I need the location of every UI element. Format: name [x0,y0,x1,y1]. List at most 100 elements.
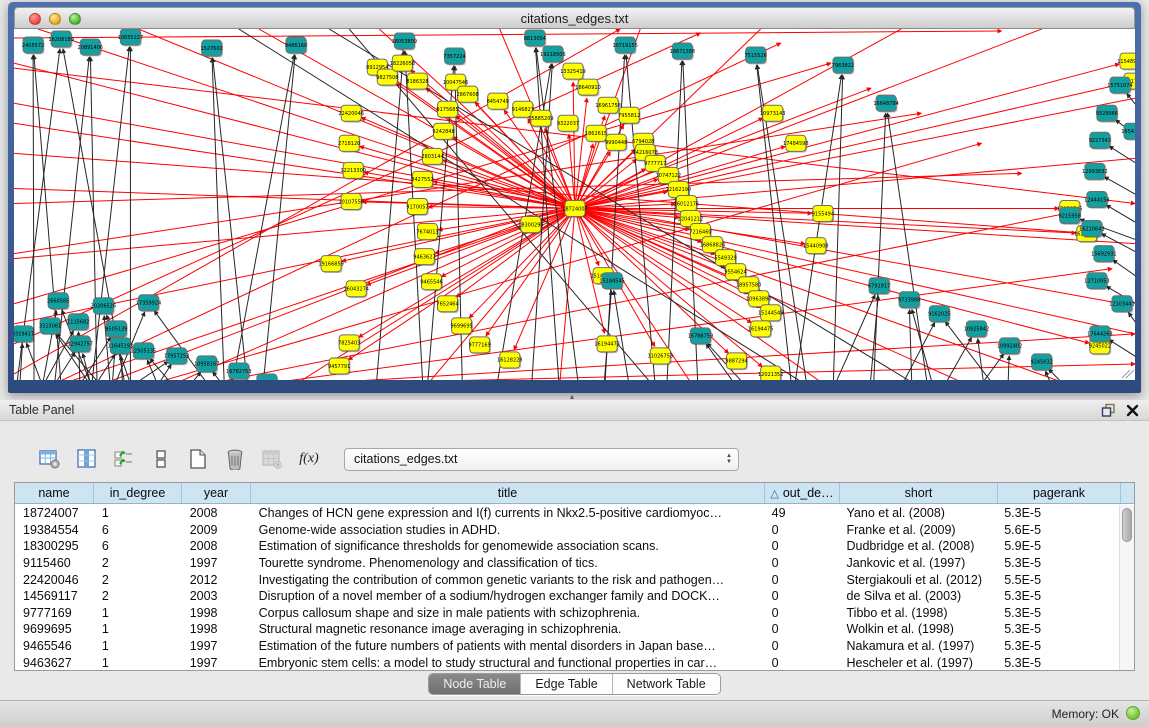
graph-node[interactable]: 12213300 [340,162,365,179]
graph-node[interactable]: 9162025 [928,306,950,323]
function-builder-button[interactable]: f(x) [297,447,321,471]
graph-node[interactable]: 16128228 [497,352,522,369]
column-header-out_de[interactable]: △out_de… [765,483,840,503]
graph-node[interactable]: 7652464 [436,296,458,313]
close-panel-icon[interactable] [1126,404,1139,422]
graph-node[interactable]: 8215958 [1059,208,1081,225]
graph-node[interactable]: 9463627 [413,249,435,266]
graph-node[interactable]: 9990448 [605,134,627,151]
graph-node[interactable]: 9457791 [328,358,350,375]
graph-node[interactable]: 7963822 [832,57,854,74]
graph-node[interactable]: 13325419 [560,63,585,80]
graph-node[interactable]: 15144549 [758,305,783,322]
table-row[interactable]: 1938455462009Genome-wide association stu… [15,522,1119,539]
graph-node[interactable]: 16210643 [1079,221,1104,238]
graph-node[interactable]: 12710953 [1084,273,1109,290]
graph-node[interactable]: 16053809 [392,33,417,50]
graph-node[interactable]: 9329966 [1096,105,1118,122]
graph-node[interactable]: 9322037 [557,115,579,132]
table-row[interactable]: 911546021997Tourette syndrome. Phenomeno… [15,555,1119,572]
column-header-short[interactable]: short [840,483,998,503]
graph-node[interactable]: 8186328 [406,73,428,90]
minimize-window-button[interactable] [49,13,61,25]
graph-node[interactable]: 17957253 [164,348,189,365]
graph-node[interactable]: 22420046 [338,105,363,122]
graph-node[interactable]: 16671388 [670,43,695,60]
graph-node[interactable]: 2660585 [47,293,69,310]
table-selector[interactable]: citations_edges.txt ▲▼ [344,448,739,471]
graph-node[interactable]: 10925842 [964,321,989,338]
graph-node[interactable]: 19218506 [540,46,565,63]
table-row[interactable]: 1830029562008Estimation of significance … [15,538,1119,555]
graph-node[interactable]: 2405572 [22,37,44,54]
table-row[interactable]: 2242004622012Investigating the contribut… [15,571,1119,588]
graph-node[interactable]: 12021352 [758,366,783,380]
graph-node[interactable]: 9465546 [420,274,442,291]
graph-node[interactable]: 9227343 [1089,132,1111,149]
graph-node[interactable]: 10992402 [997,338,1022,355]
graph-node[interactable]: 15885209 [528,110,553,127]
graph-node[interactable]: 6791917 [868,278,890,295]
graph-node[interactable]: 18640910 [575,79,600,96]
graph-node[interactable]: 19166859 [318,256,343,273]
graph-node[interactable]: 9170057 [406,198,428,215]
graph-node[interactable]: 9733988 [898,292,920,309]
scrollbar-thumb[interactable] [1122,508,1132,542]
graph-node[interactable]: 7825403 [338,335,360,352]
table-row[interactable]: 946362711997Embryonic stem cells: a mode… [15,654,1119,670]
network-canvas[interactable]: 1872400789129549827508182260588186328100… [14,29,1135,380]
new-column-button[interactable] [186,447,210,471]
graph-node[interactable]: 20206526 [91,298,116,315]
row-height-button[interactable] [149,447,173,471]
graph-node[interactable]: 7515526 [745,47,767,64]
graph-node[interactable]: 12093832 [1082,163,1107,180]
graph-node[interactable]: 2867608 [456,86,478,103]
window-titlebar[interactable]: citations_edges.txt [14,7,1135,29]
column-header-title[interactable]: title [251,483,765,503]
show-columns-button[interactable] [75,447,99,471]
graph-node[interactable]: 18300295 [518,217,543,234]
graph-node[interactable]: 7955812 [618,107,640,124]
column-header-pagerank[interactable]: pagerank [998,483,1121,503]
graph-node[interactable]: 17359924 [136,295,161,312]
tab-edge-table[interactable]: Edge Table [521,674,612,694]
table-row[interactable]: 977716911998Corpus callosum shape and si… [15,605,1119,622]
graph-node[interactable]: 15440908 [803,238,828,255]
graph-node[interactable]: 16788759 [688,328,713,345]
graph-node[interactable]: 15751074 [1107,77,1132,94]
graph-node[interactable]: 7357224 [443,48,465,65]
graph-node[interactable]: 9887294 [725,353,747,370]
graph-hub-node[interactable]: 18724007 [562,200,587,217]
graph-node[interactable]: 11026753 [648,348,673,365]
table-row[interactable]: 946554611997Estimation of the future num… [15,638,1119,655]
graph-node[interactable]: 9505139 [105,321,127,338]
float-window-icon[interactable] [1101,403,1116,423]
memory-ok-indicator[interactable] [1126,706,1140,720]
graph-node[interactable]: 8486160 [285,37,307,54]
graph-node[interactable]: 16194475 [748,321,773,338]
graph-node[interactable]: 11645193 [108,338,133,355]
graph-node[interactable]: 3315061 [39,318,61,335]
graph-node[interactable]: 12444158 [1084,191,1109,208]
graph-node[interactable]: 11548958 [1117,53,1135,70]
graph-node[interactable]: 9777169 [469,337,491,354]
zoom-window-button[interactable] [69,13,81,25]
table-row[interactable]: 1872400712008Changes of HCN gene express… [15,505,1119,522]
graph-node[interactable]: 8427552 [411,171,433,188]
graph-node[interactable]: 15692931 [1091,246,1116,263]
tab-network-table[interactable]: Network Table [613,674,720,694]
graph-node[interactable]: 12923448 [254,374,279,380]
graph-node[interactable]: 16194473 [594,336,619,353]
graph-node[interactable]: 20891406 [78,39,103,56]
graph-node[interactable]: 2803144 [421,148,443,165]
graph-node[interactable]: 10107550 [338,193,363,210]
graph-node[interactable]: 16648784 [873,95,898,112]
graph-node[interactable]: 9175685 [436,101,458,118]
graph-node[interactable]: 2718120 [338,135,360,152]
graph-node[interactable]: 9242848 [432,123,454,140]
delete-table-button[interactable] [260,447,284,471]
close-window-button[interactable] [29,13,41,25]
resize-grip-icon[interactable] [1122,370,1134,378]
graph-node[interactable]: 18226058 [390,55,415,72]
delete-columns-button[interactable] [223,447,247,471]
